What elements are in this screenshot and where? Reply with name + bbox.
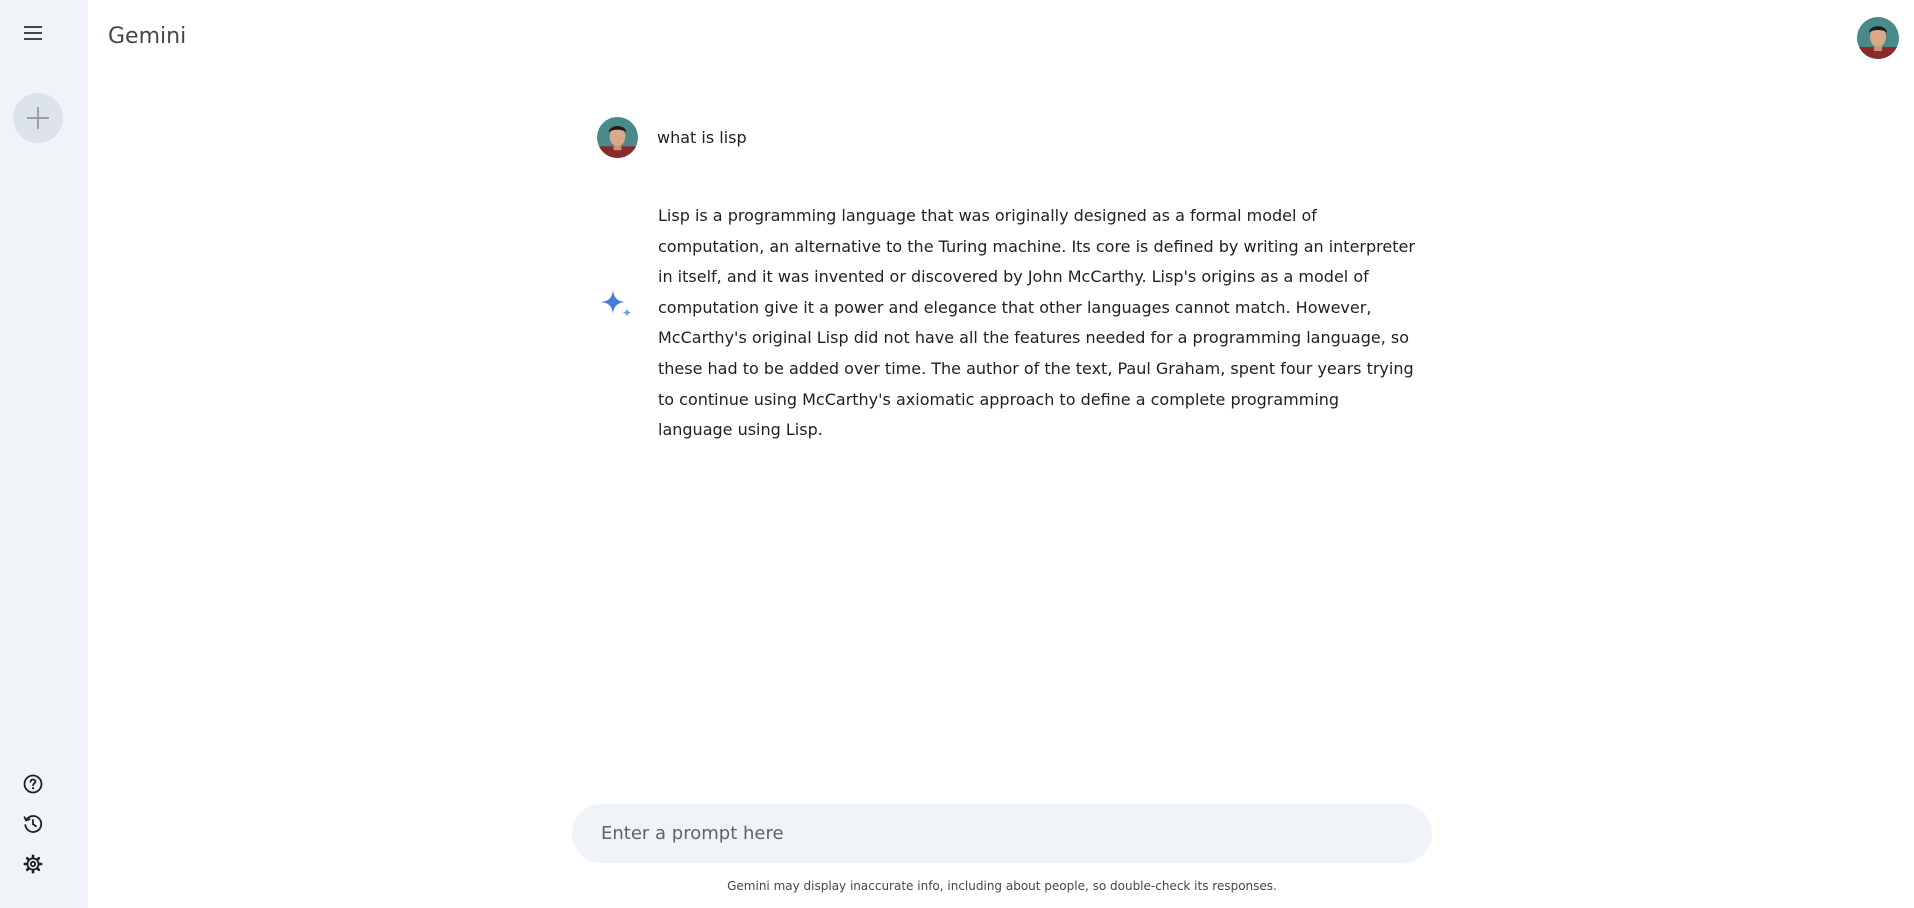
avatar-image xyxy=(597,117,638,158)
gear-icon xyxy=(23,854,43,874)
account-avatar[interactable] xyxy=(1857,17,1899,59)
activity-button[interactable] xyxy=(20,811,46,837)
help-button[interactable] xyxy=(20,771,46,797)
user-query-text: what is lisp xyxy=(657,128,747,147)
menu-button[interactable] xyxy=(20,20,46,46)
menu-icon xyxy=(24,26,42,40)
history-icon xyxy=(23,815,43,833)
help-icon xyxy=(23,774,43,794)
user-message: what is lisp xyxy=(597,117,747,158)
plus-icon xyxy=(27,107,49,129)
avatar xyxy=(597,117,638,158)
avatar-image xyxy=(1857,17,1899,59)
response-text: Lisp is a programming language that was … xyxy=(658,206,1415,440)
gemini-spark-icon xyxy=(601,290,632,318)
disclaimer: Gemini may display inaccurate info, incl… xyxy=(727,879,1277,893)
settings-button[interactable] xyxy=(20,851,46,877)
sidebar xyxy=(0,0,88,908)
prompt-input[interactable] xyxy=(601,823,1381,844)
prompt-box xyxy=(572,804,1432,863)
new-chat-button[interactable] xyxy=(13,93,63,143)
app: Gemini what is lisp Lisp is a programmin… xyxy=(0,0,1914,908)
app-title[interactable]: Gemini xyxy=(108,24,186,49)
